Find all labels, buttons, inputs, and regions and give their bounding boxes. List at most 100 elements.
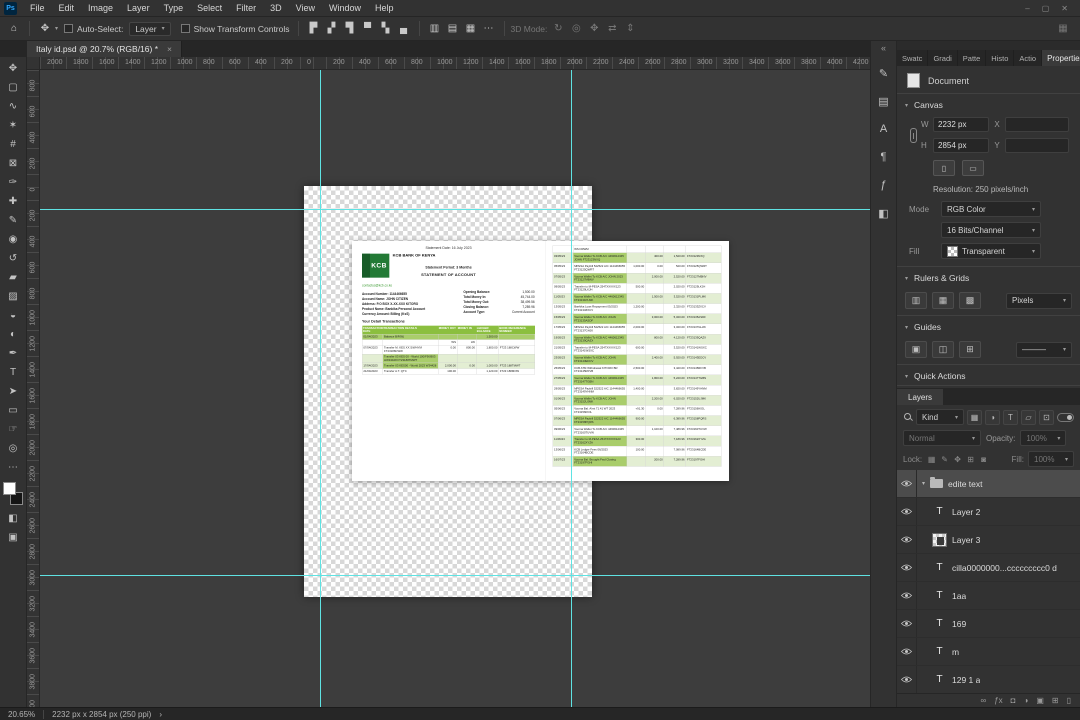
- visibility-eye-icon[interactable]: [897, 666, 917, 693]
- blend-mode-dropdown[interactable]: Normal ▾: [903, 430, 981, 446]
- canvas-x-field[interactable]: [1005, 117, 1069, 132]
- panel-tab-histo[interactable]: Histo: [986, 50, 1015, 66]
- fill-dropdown[interactable]: 100% ▾: [1028, 451, 1074, 467]
- filter-adjustment-layers-icon[interactable]: ◑: [985, 409, 1000, 425]
- clone-stamp-tool[interactable]: ◉: [2, 230, 24, 249]
- menu-3d[interactable]: 3D: [263, 3, 289, 13]
- canvas-width-field[interactable]: 2232 px: [933, 117, 989, 132]
- type-tool[interactable]: T: [2, 363, 24, 382]
- landscape-orientation-icon[interactable]: ▭: [962, 160, 984, 176]
- delete-layer-icon[interactable]: ▯: [1067, 696, 1071, 705]
- document-tab[interactable]: Italy id.psd @ 20.7% (RGB/16) * ×: [27, 41, 182, 57]
- minimize-icon[interactable]: –: [1025, 4, 1029, 13]
- eraser-tool[interactable]: ▰: [2, 268, 24, 287]
- 3d-slide-icon[interactable]: ⇄: [603, 23, 621, 34]
- guide-vertical-2[interactable]: [571, 70, 572, 707]
- glyphs-panel-icon[interactable]: ƒ: [874, 175, 894, 195]
- distribute-horizontal-icon[interactable]: ▥: [426, 23, 444, 34]
- group-expand-caret-icon[interactable]: ▾: [922, 480, 925, 487]
- layer-row-m[interactable]: Tm: [897, 638, 1080, 666]
- menu-layer[interactable]: Layer: [120, 3, 157, 13]
- brush-tool[interactable]: ✎: [2, 211, 24, 230]
- menu-file[interactable]: File: [23, 3, 52, 13]
- frame-tool[interactable]: ⊠: [2, 154, 24, 173]
- panel-tab-patte[interactable]: Patte: [957, 50, 987, 66]
- distribute-vertical-icon[interactable]: ▤: [444, 23, 462, 34]
- snap-to-grid-icon[interactable]: ▩: [959, 292, 981, 309]
- lock-transparent-pixels-icon[interactable]: ▦: [926, 455, 937, 464]
- panel-tab-swatc[interactable]: Swatc: [897, 50, 929, 66]
- tab-layers[interactable]: Layers: [897, 389, 944, 405]
- portrait-orientation-icon[interactable]: ▯: [933, 160, 955, 176]
- lock-image-pixels-icon[interactable]: ✎: [939, 455, 950, 464]
- add-guide-icon[interactable]: ▣: [905, 341, 927, 358]
- layer-row-edite-text[interactable]: ▾ edite text: [897, 470, 1080, 498]
- auto-select-checkbox[interactable]: [64, 24, 74, 33]
- align-horizontal-centers-icon[interactable]: ▞: [323, 23, 341, 34]
- visibility-eye-icon[interactable]: [897, 582, 917, 609]
- lock-position-icon[interactable]: ✥: [952, 455, 963, 464]
- opacity-dropdown[interactable]: 100% ▾: [1020, 430, 1067, 446]
- healing-brush-tool[interactable]: ✚: [2, 192, 24, 211]
- 3d-orbit-icon[interactable]: ↻: [549, 23, 567, 34]
- align-left-edges-icon[interactable]: ▛: [305, 23, 323, 34]
- workspace-switcher-icon[interactable]: ▦: [1054, 23, 1072, 34]
- filter-smart-objects-icon[interactable]: ⊡: [1039, 409, 1054, 425]
- canvas-area[interactable]: Statement Date: 16 July 2023 KCB KCB BAN…: [27, 57, 870, 707]
- menu-type[interactable]: Type: [157, 3, 191, 13]
- distribute-spacing-icon[interactable]: ▦: [462, 23, 480, 34]
- screen-mode-icon[interactable]: ▣: [2, 528, 24, 547]
- eyedropper-tool[interactable]: ✑: [2, 173, 24, 192]
- menu-window[interactable]: Window: [322, 3, 368, 13]
- guide-horizontal-2[interactable]: [40, 575, 870, 576]
- units-dropdown[interactable]: Pixels ▾: [1006, 292, 1072, 309]
- 3d-roll-icon[interactable]: ◎: [567, 23, 585, 34]
- libraries-panel-icon[interactable]: ▤: [874, 91, 894, 111]
- history-brush-tool[interactable]: ↺: [2, 249, 24, 268]
- layer-row-layer-3[interactable]: Layer 3: [897, 526, 1080, 554]
- ruler-vertical[interactable]: 800 600 400 200 0 200 400 600 800 1000 1200 1400 160…: [27, 57, 40, 707]
- add-layer-mask-icon[interactable]: ◘: [1011, 696, 1016, 705]
- visibility-eye-icon[interactable]: [897, 610, 917, 637]
- menu-select[interactable]: Select: [190, 3, 229, 13]
- menu-image[interactable]: Image: [81, 3, 120, 13]
- menu-view[interactable]: View: [289, 3, 322, 13]
- lock-guides-icon[interactable]: ⊞: [959, 341, 981, 358]
- new-layer-icon[interactable]: ⊞: [1052, 696, 1059, 705]
- layer-effects-icon[interactable]: ƒx: [994, 696, 1002, 705]
- color-swatches[interactable]: [2, 482, 25, 509]
- quick-selection-tool[interactable]: ✶: [2, 116, 24, 135]
- bit-depth-dropdown[interactable]: 16 Bits/Channel ▾: [941, 222, 1041, 238]
- layer-row-1aa[interactable]: T 1aa: [897, 582, 1080, 610]
- align-right-edges-icon[interactable]: ▜: [341, 23, 359, 34]
- quick-mask-icon[interactable]: ◧: [2, 509, 24, 528]
- hand-tool[interactable]: ☞: [2, 420, 24, 439]
- visibility-eye-icon[interactable]: [897, 470, 917, 497]
- lock-artboard-icon[interactable]: ⊞: [965, 455, 976, 464]
- guide-horizontal-1[interactable]: [40, 209, 870, 210]
- align-bottom-edges-icon[interactable]: ▄: [395, 23, 413, 34]
- shape-tool[interactable]: ▭: [2, 401, 24, 420]
- filter-shape-layers-icon[interactable]: ▱: [1021, 409, 1036, 425]
- zoom-level[interactable]: 20.65%: [8, 710, 35, 719]
- new-group-icon[interactable]: ▣: [1036, 696, 1044, 705]
- layer-filter-toggle[interactable]: [1057, 412, 1074, 422]
- 3d-pan-icon[interactable]: ✥: [585, 23, 603, 34]
- layer-row-layer-2[interactable]: T Layer 2: [897, 498, 1080, 526]
- panel-tab-gradi[interactable]: Gradi: [928, 50, 958, 66]
- marquee-tool[interactable]: ▢: [2, 78, 24, 97]
- toggle-rulers-icon[interactable]: ▥: [905, 292, 927, 309]
- toggle-grid-icon[interactable]: ▦: [932, 292, 954, 309]
- adjustments-panel-icon[interactable]: ◧: [874, 203, 894, 223]
- layer-row-cilla0000000-ccccccccc0-d[interactable]: Tcilla0000000...ccccccccc0 d: [897, 554, 1080, 582]
- guides-section-header[interactable]: ▾ Guides: [897, 316, 1080, 336]
- lock-all-icon[interactable]: ◙: [978, 455, 989, 464]
- filter-type-layers-icon[interactable]: T: [1003, 409, 1018, 425]
- color-mode-dropdown[interactable]: RGB Color ▾: [941, 201, 1041, 217]
- visibility-eye-icon[interactable]: [897, 554, 917, 581]
- path-selection-tool[interactable]: ➤: [2, 382, 24, 401]
- guide-style-dropdown[interactable]: ——— ▾: [1016, 341, 1072, 358]
- close-icon[interactable]: ×: [167, 44, 172, 54]
- crop-tool[interactable]: #: [2, 135, 24, 154]
- canvas-y-field[interactable]: [1005, 138, 1069, 153]
